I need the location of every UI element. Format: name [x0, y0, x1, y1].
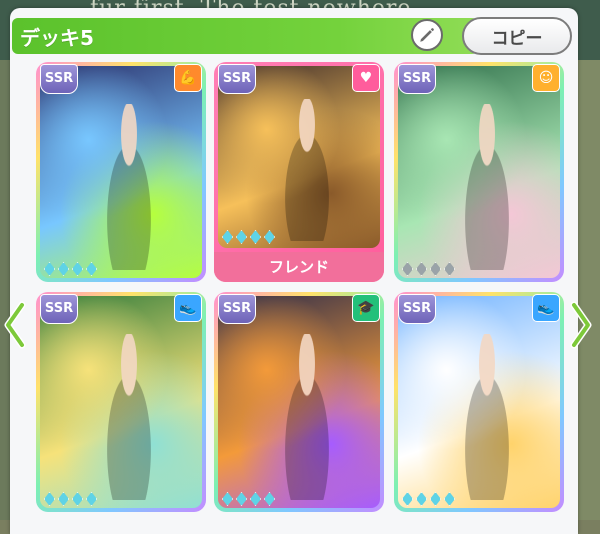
limit-break-gems [222, 230, 275, 244]
limit-break-gem [222, 230, 233, 244]
character-silhouette [95, 104, 164, 270]
rarity-badge: SSR [398, 294, 436, 324]
support-card-6[interactable]: SSR 👟 [394, 292, 564, 512]
limit-break-gems [44, 492, 97, 506]
chevron-right-icon [570, 301, 592, 349]
limit-break-gem [72, 492, 83, 506]
limit-break-gem [402, 492, 413, 506]
limit-break-gem [58, 492, 69, 506]
limit-break-gems [44, 262, 97, 276]
support-card-5[interactable]: SSR 🎓 [214, 292, 384, 512]
next-deck-button[interactable] [568, 298, 594, 352]
limit-break-gem [250, 492, 261, 506]
limit-break-gem [72, 262, 83, 276]
rarity-badge: SSR [40, 294, 78, 324]
pencil-icon [420, 28, 434, 42]
support-card-2[interactable]: SSR ♥ フレンド [214, 62, 384, 282]
bottom-color-strips [0, 526, 600, 534]
limit-break-gem [222, 492, 233, 506]
rarity-badge: SSR [218, 64, 256, 94]
previous-deck-button[interactable] [2, 298, 28, 352]
character-silhouette [273, 98, 342, 241]
character-silhouette [95, 334, 164, 500]
limit-break-gem [430, 262, 441, 276]
rarity-badge: SSR [398, 64, 436, 94]
limit-break-gem [44, 262, 55, 276]
shoe-icon: 👟 [532, 294, 560, 322]
smile-icon: ☺ [532, 64, 560, 92]
card-art [398, 66, 560, 278]
support-card-1[interactable]: SSR 💪 [36, 62, 206, 282]
limit-break-gem [236, 230, 247, 244]
support-card-4[interactable]: SSR 👟 [36, 292, 206, 512]
support-card-3[interactable]: SSR ☺ [394, 62, 564, 282]
limit-break-gem [58, 262, 69, 276]
limit-break-gems [222, 492, 275, 506]
limit-break-gem [250, 230, 261, 244]
card-art [398, 296, 560, 508]
limit-break-gem [444, 262, 455, 276]
limit-break-gems [402, 492, 455, 506]
rarity-badge: SSR [218, 294, 256, 324]
limit-break-gem [86, 262, 97, 276]
card-art [40, 66, 202, 278]
limit-break-gem [264, 492, 275, 506]
chevron-left-icon [4, 301, 26, 349]
limit-break-gem [430, 492, 441, 506]
graduation-cap-icon: 🎓 [352, 294, 380, 322]
limit-break-gem [444, 492, 455, 506]
limit-break-gems [402, 262, 455, 276]
shoe-icon: 👟 [174, 294, 202, 322]
edit-deck-button[interactable] [411, 19, 443, 51]
character-silhouette [273, 334, 342, 500]
heart-icon: ♥ [352, 64, 380, 92]
limit-break-gem [416, 492, 427, 506]
card-art [40, 296, 202, 508]
limit-break-gem [416, 262, 427, 276]
character-silhouette [453, 104, 522, 270]
deck-title: デッキ5 [20, 26, 94, 50]
power-icon: 💪 [174, 64, 202, 92]
limit-break-gem [264, 230, 275, 244]
limit-break-gem [44, 492, 55, 506]
copy-button[interactable]: コピー [462, 17, 572, 55]
character-silhouette [453, 334, 522, 500]
rarity-badge: SSR [40, 64, 78, 94]
limit-break-gem [236, 492, 247, 506]
card-art [218, 296, 380, 508]
limit-break-gem [402, 262, 413, 276]
friend-label: フレンド [214, 252, 384, 282]
limit-break-gem [86, 492, 97, 506]
